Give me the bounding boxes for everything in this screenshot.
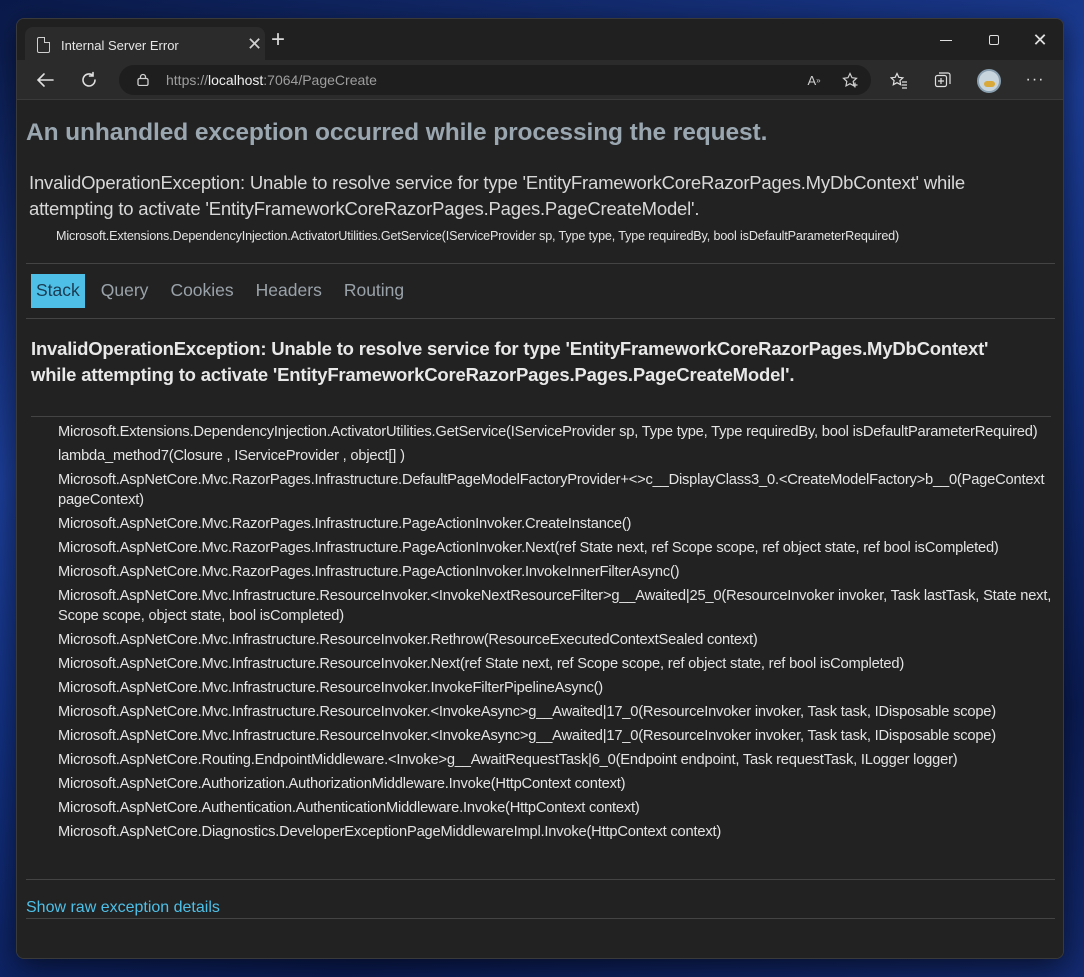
url-path: :7064/PageCreate <box>263 72 377 88</box>
add-favorite-icon[interactable] <box>837 68 863 92</box>
stack-frame: Microsoft.AspNetCore.Mvc.RazorPages.Infr… <box>58 564 680 580</box>
stack-frame: Microsoft.Extensions.DependencyInjection… <box>58 424 1038 440</box>
address-bar[interactable]: https://localhost:7064/PageCreate A» <box>119 65 871 95</box>
collections-button[interactable] <box>928 66 958 94</box>
browser-window: Internal Server Error ✕ + ✕ https://loca… <box>16 18 1064 959</box>
url-text[interactable]: https://localhost:7064/PageCreate <box>166 72 377 88</box>
tab-cookies[interactable]: Cookies <box>164 274 239 308</box>
divider <box>26 263 1055 264</box>
url-scheme: https:// <box>166 72 209 88</box>
lock-icon[interactable] <box>137 73 149 86</box>
favorites-icon <box>890 71 907 89</box>
error-message: InvalidOperationException: Unable to res… <box>29 172 965 219</box>
tab-routing[interactable]: Routing <box>338 274 410 308</box>
stack-frame: lambda_method7(Closure , IServiceProvide… <box>58 448 405 464</box>
tab-stack[interactable]: Stack <box>31 274 85 308</box>
back-arrow-icon <box>36 73 54 87</box>
stack-frames: Microsoft.Extensions.DependencyInjection… <box>58 422 1058 846</box>
new-tab-icon[interactable]: + <box>271 28 285 52</box>
profile-avatar[interactable] <box>977 69 1001 93</box>
favorites-button[interactable] <box>884 66 914 94</box>
stack-frame: Microsoft.AspNetCore.Mvc.RazorPages.Infr… <box>58 472 1045 508</box>
stack-frame: Microsoft.AspNetCore.Authentication.Auth… <box>58 800 640 816</box>
stack-frame: Microsoft.AspNetCore.Diagnostics.Develop… <box>58 824 722 840</box>
error-location: Microsoft.Extensions.DependencyInjection… <box>56 229 900 243</box>
stack-frame: Microsoft.AspNetCore.Mvc.Infrastructure.… <box>58 728 996 744</box>
back-button[interactable] <box>30 66 60 94</box>
settings-more-button[interactable]: ··· <box>1020 66 1050 94</box>
stack-frame: Microsoft.AspNetCore.Mvc.RazorPages.Infr… <box>58 516 632 532</box>
more-icon: ··· <box>1025 71 1045 88</box>
stack-frame: Microsoft.AspNetCore.Mvc.Infrastructure.… <box>58 680 603 696</box>
stack-frame: Microsoft.AspNetCore.Mvc.Infrastructure.… <box>58 588 1052 624</box>
stack-frame: Microsoft.AspNetCore.Mvc.Infrastructure.… <box>58 656 905 672</box>
minimize-icon <box>940 39 952 41</box>
stack-frame: Microsoft.AspNetCore.Routing.EndpointMid… <box>58 752 958 768</box>
close-window-button[interactable]: ✕ <box>1026 27 1054 53</box>
divider <box>31 416 1051 417</box>
maximize-icon <box>989 35 999 45</box>
exception-heading: InvalidOperationException: Unable to res… <box>31 338 989 385</box>
url-host: localhost <box>208 72 264 88</box>
page-content: An unhandled exception occurred while pr… <box>17 100 1063 958</box>
divider <box>26 879 1055 880</box>
show-raw-exception-link[interactable]: Show raw exception details <box>26 899 220 917</box>
stack-frame: Microsoft.AspNetCore.Mvc.Infrastructure.… <box>58 632 758 648</box>
read-aloud-icon[interactable]: A» <box>801 68 827 92</box>
page-icon <box>37 37 50 53</box>
collections-icon <box>934 72 951 88</box>
page-title: An unhandled exception occurred while pr… <box>26 119 768 146</box>
tab-close-icon[interactable]: ✕ <box>247 35 262 53</box>
stack-frame: Microsoft.AspNetCore.Mvc.Infrastructure.… <box>58 704 996 720</box>
tab-title: Internal Server Error <box>61 38 179 53</box>
minimize-button[interactable] <box>932 27 960 53</box>
tab-query[interactable]: Query <box>95 274 155 308</box>
close-icon: ✕ <box>1032 30 1048 50</box>
refresh-icon <box>82 71 96 87</box>
tab-headers[interactable]: Headers <box>250 274 328 308</box>
browser-toolbar: https://localhost:7064/PageCreate A» ··· <box>17 60 1063 100</box>
refresh-button[interactable] <box>74 66 104 94</box>
error-tabs: Stack Query Cookies Headers Routing <box>31 274 420 308</box>
divider <box>26 318 1055 319</box>
stack-frame: Microsoft.AspNetCore.Mvc.RazorPages.Infr… <box>58 540 999 556</box>
tab-bar: Internal Server Error ✕ + ✕ <box>17 19 1063 65</box>
maximize-button[interactable] <box>980 27 1008 53</box>
stack-frame: Microsoft.AspNetCore.Authorization.Autho… <box>58 776 626 792</box>
divider <box>26 918 1055 919</box>
